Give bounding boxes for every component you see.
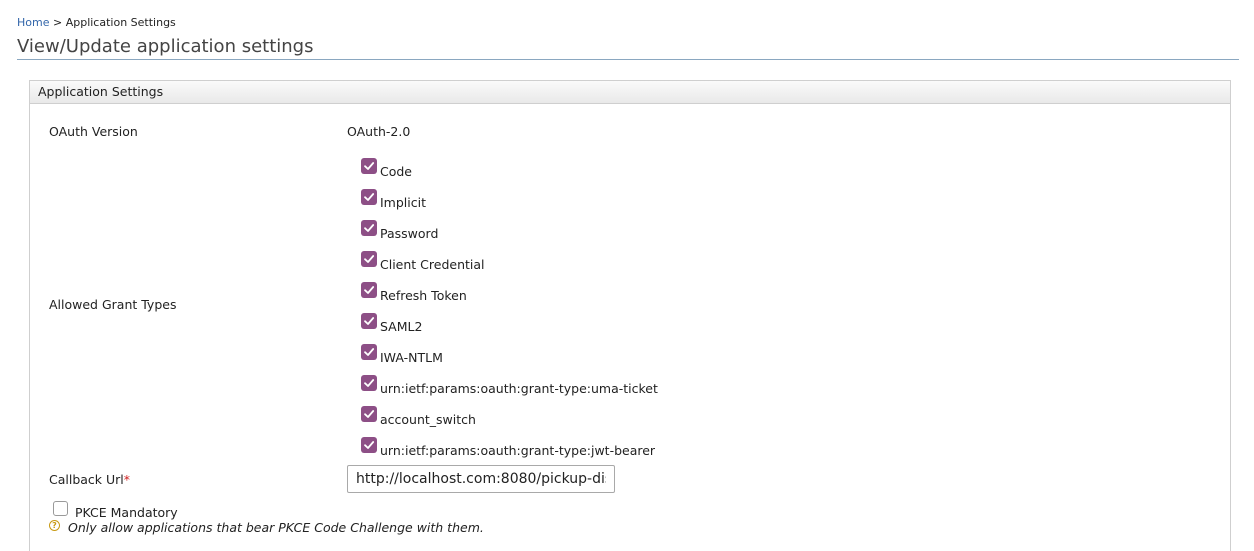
grant-type-label: Client Credential [380, 257, 485, 272]
grant-type-label: Code [380, 164, 413, 179]
oauth-version-label: OAuth Version [49, 124, 138, 139]
checkmark-icon [364, 348, 375, 356]
breadcrumb-home-link[interactable]: Home [17, 16, 49, 29]
application-settings-panel: Application Settings [29, 80, 1231, 551]
grant-type-checkbox[interactable] [361, 158, 377, 174]
grant-type-checkbox[interactable] [361, 189, 377, 205]
breadcrumb-separator: > [52, 16, 63, 29]
grant-type-label: IWA-NTLM [380, 350, 443, 365]
checkmark-icon [364, 224, 375, 232]
grant-type-label: urn:ietf:params:oauth:grant-type:jwt-bea… [380, 443, 656, 458]
pkce-mandatory-label: PKCE Mandatory [75, 505, 178, 520]
grant-type-label: Password [380, 226, 439, 241]
grant-type-checkbox[interactable] [361, 313, 377, 329]
breadcrumb: Home > Application Settings [17, 16, 176, 29]
allowed-grant-types-label: Allowed Grant Types [49, 297, 177, 312]
grant-type-label: urn:ietf:params:oauth:grant-type:uma-tic… [380, 381, 658, 396]
checkmark-icon [364, 286, 375, 294]
grant-type-label: Refresh Token [380, 288, 467, 303]
panel-header: Application Settings [30, 81, 1230, 104]
pkce-help-text: Only allow applications that bear PKCE C… [68, 520, 484, 535]
checkmark-icon [364, 317, 375, 325]
callback-url-label: Callback Url* [49, 472, 130, 487]
page-title: View/Update application settings [17, 36, 314, 57]
required-mark: * [123, 472, 131, 487]
grant-type-label: SAML2 [380, 319, 423, 334]
checkmark-icon [364, 410, 375, 418]
checkmark-icon [364, 255, 375, 263]
pkce-mandatory-checkbox[interactable] [53, 501, 68, 516]
checkmark-icon [364, 441, 375, 449]
oauth-version-value: OAuth-2.0 [347, 124, 411, 139]
checkmark-icon [364, 162, 375, 170]
question-circle-icon: ? [49, 520, 60, 531]
grant-type-checkbox[interactable] [361, 437, 377, 453]
grant-type-label: Implicit [380, 195, 426, 210]
grant-type-checkbox[interactable] [361, 282, 377, 298]
grant-type-label: account_switch [380, 412, 476, 427]
grant-type-checkbox[interactable] [361, 220, 377, 236]
callback-url-label-text: Callback Url [49, 472, 124, 487]
grant-type-checkbox[interactable] [361, 375, 377, 391]
breadcrumb-current: Application Settings [65, 16, 176, 29]
callback-url-input[interactable] [347, 465, 615, 493]
checkmark-icon [364, 193, 375, 201]
title-divider [17, 59, 1239, 60]
checkmark-icon [364, 379, 375, 387]
grant-type-checkbox[interactable] [361, 251, 377, 267]
grant-type-checkbox[interactable] [361, 406, 377, 422]
grant-type-checkbox[interactable] [361, 344, 377, 360]
